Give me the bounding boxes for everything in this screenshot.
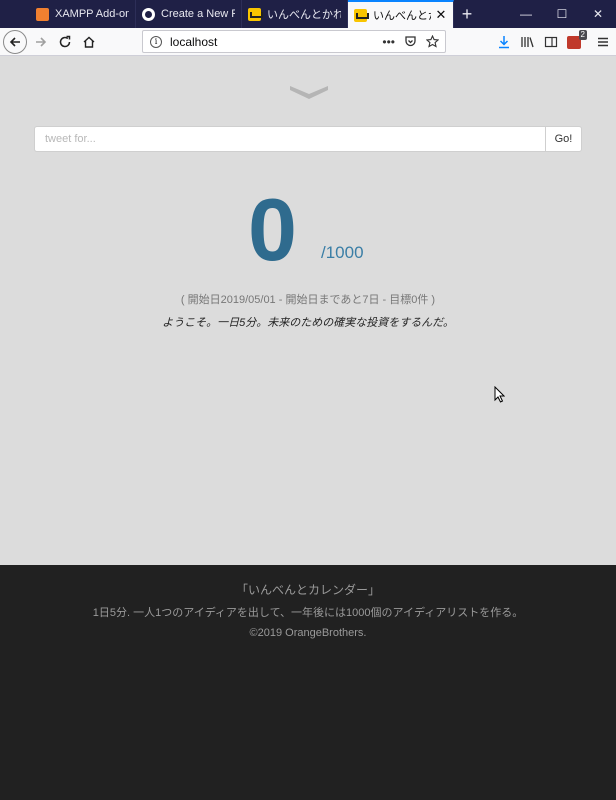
- maximize-button[interactable]: ☐: [544, 0, 580, 28]
- reload-icon: [59, 35, 71, 47]
- nav-toolbar: i localhost ••• 2: [0, 28, 616, 56]
- arrow-right-icon: [36, 36, 47, 47]
- extension-icon[interactable]: 2: [567, 29, 587, 49]
- page-actions-icon[interactable]: •••: [382, 35, 395, 49]
- back-button[interactable]: [3, 29, 27, 54]
- tab-inventcalendar-1[interactable]: いんべんとかれんだー: [242, 0, 348, 28]
- footer-description: 1日5分. 一人1つのアイディアを出して、一年後には1000個のアイディアリスト…: [92, 607, 524, 619]
- app-favicon-icon: [354, 8, 369, 22]
- pocket-icon[interactable]: [404, 35, 417, 48]
- bookmark-star-icon[interactable]: [426, 34, 439, 48]
- window-controls: — ☐ ✕: [508, 0, 616, 28]
- menu-icon[interactable]: [596, 35, 610, 49]
- tweet-input[interactable]: [34, 126, 545, 152]
- xampp-icon: [36, 7, 49, 21]
- url-bar[interactable]: i localhost •••: [142, 30, 446, 53]
- home-icon: [83, 36, 95, 48]
- library-icon[interactable]: [520, 35, 535, 49]
- reload-button[interactable]: [53, 30, 77, 54]
- minimize-button[interactable]: —: [508, 0, 544, 28]
- github-icon: [142, 7, 155, 21]
- chevron-down-icon: [290, 86, 328, 99]
- close-window-button[interactable]: ✕: [580, 0, 616, 28]
- toolbar-right: 2: [497, 28, 610, 56]
- tab-title: XAMPP Add-ons: [55, 8, 129, 20]
- tab-title: いんべんとかれんだー: [373, 10, 431, 22]
- footer: 「いんべんとカレンダー」 1日5分. 一人1つのアイディアを出して、一年後には1…: [0, 565, 616, 800]
- mouse-cursor-icon: [494, 386, 505, 403]
- footer-title: 「いんべんとカレンダー」: [235, 583, 380, 597]
- idea-goal: /1000: [321, 243, 364, 262]
- arrow-left-icon: [9, 36, 20, 47]
- home-button[interactable]: [77, 30, 101, 54]
- tabbar-spacer: [0, 0, 30, 28]
- app-favicon-icon: [248, 7, 263, 21]
- tab-bar: XAMPP Add-ons Create a New Repo いんべんとかれん…: [0, 0, 616, 28]
- close-tab-icon[interactable]: ✕: [435, 7, 447, 23]
- url-actions: •••: [382, 34, 445, 49]
- schedule-info: ( 開始日2019/05/01 - 開始日まであと7日 - 目標0件 ): [180, 294, 436, 306]
- page-content: Go! 0 /1000 ( 開始日2019/05/01 - 開始日まであと7日 …: [0, 57, 616, 565]
- forward-button[interactable]: [29, 30, 53, 54]
- footer-copyright: ©2019 OrangeBrothers.: [249, 627, 367, 639]
- idea-counter: 0 /1000: [0, 185, 616, 275]
- tab-create-repo[interactable]: Create a New Repo: [136, 0, 242, 28]
- sidebar-icon[interactable]: [544, 35, 558, 49]
- extension-badge-count: 2: [578, 29, 587, 40]
- welcome-message: ようこそ。一日5分。未来のための確実な投資をするんだ。: [162, 317, 454, 329]
- tab-xampp-addons[interactable]: XAMPP Add-ons: [30, 0, 136, 28]
- new-tab-button[interactable]: +: [454, 0, 480, 28]
- idea-count: 0: [248, 180, 297, 279]
- tab-title: いんべんとかれんだー: [267, 9, 341, 21]
- url-text[interactable]: localhost: [170, 35, 382, 49]
- tab-title: Create a New Repo: [161, 8, 235, 20]
- tab-inventcalendar-active[interactable]: いんべんとかれんだー ✕: [348, 0, 454, 28]
- tweet-form: Go!: [34, 126, 582, 152]
- download-icon[interactable]: [497, 35, 511, 49]
- go-button[interactable]: Go!: [545, 126, 582, 152]
- info-icon[interactable]: i: [150, 35, 162, 48]
